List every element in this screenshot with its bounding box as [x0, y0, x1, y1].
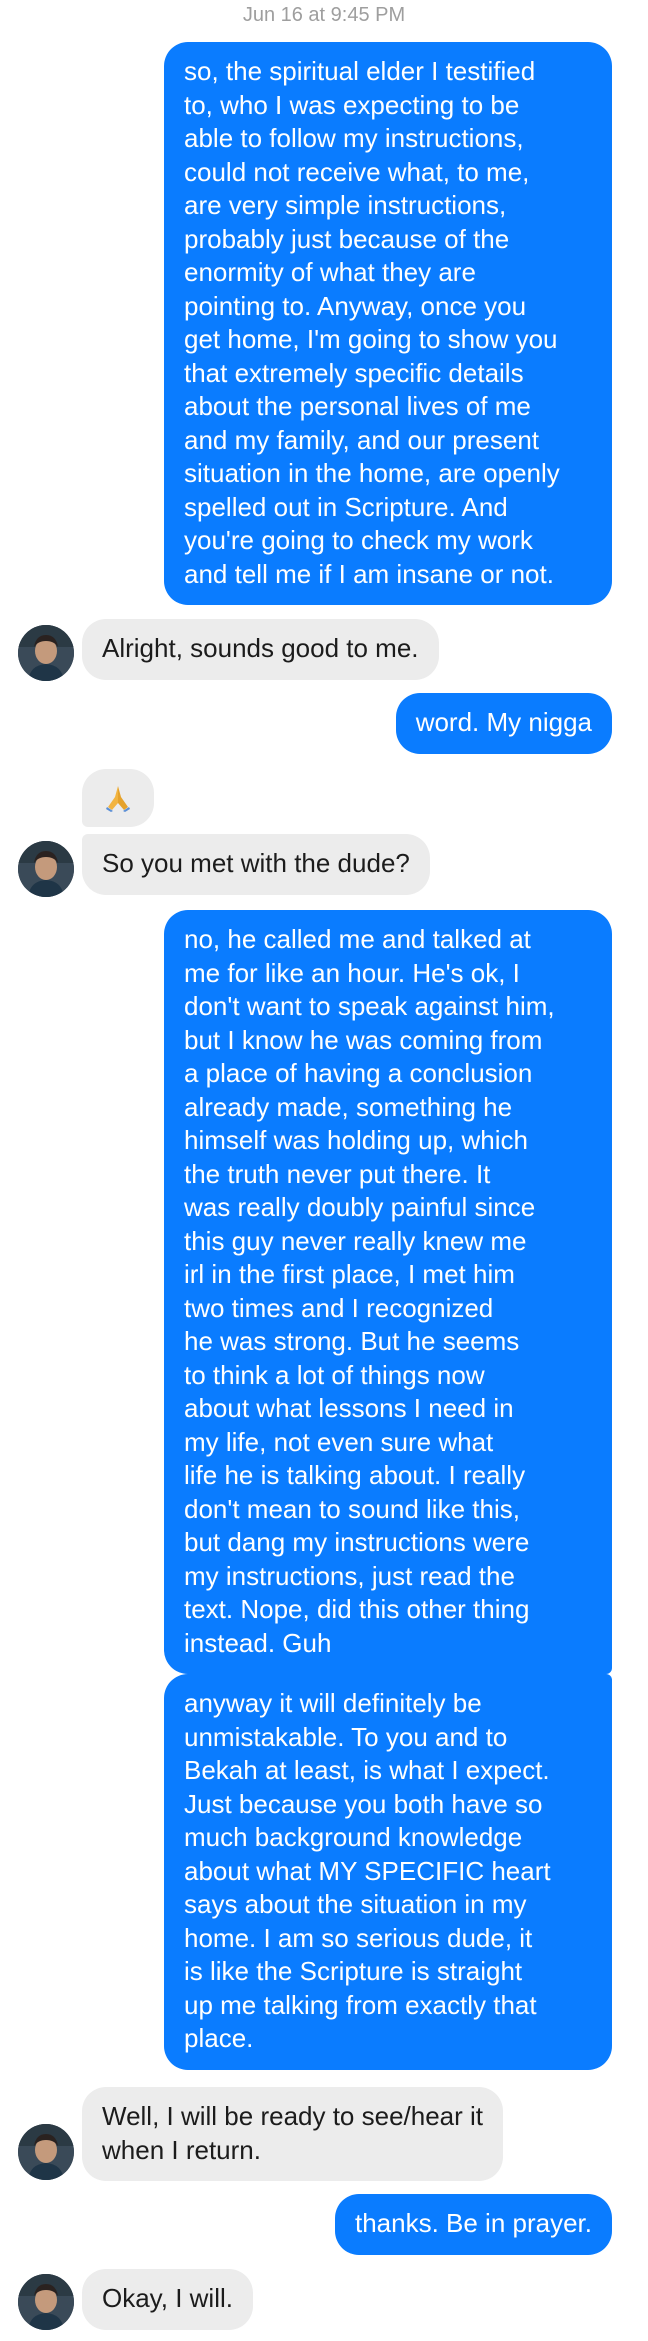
- person-avatar-icon: [18, 2274, 74, 2330]
- contact-avatar[interactable]: [18, 625, 74, 681]
- received-message[interactable]: Well, I will be ready to see/hear it whe…: [82, 2087, 504, 2181]
- contact-avatar[interactable]: [18, 841, 74, 897]
- contact-avatar[interactable]: [18, 2274, 74, 2330]
- person-avatar-icon: [18, 841, 74, 897]
- sent-message[interactable]: word. My nigga: [395, 693, 612, 754]
- received-emoji-message[interactable]: [82, 769, 154, 827]
- sent-message[interactable]: thanks. Be in prayer.: [334, 2194, 612, 2255]
- contact-avatar[interactable]: [18, 2124, 74, 2180]
- sent-message[interactable]: so, the spiritual elder I testified to, …: [164, 42, 612, 605]
- timestamp: Jun 16 at 9:45 PM: [242, 4, 406, 26]
- person-avatar-icon: [18, 2124, 74, 2180]
- sent-message[interactable]: anyway it will definitely be unmistakabl…: [164, 1674, 612, 2070]
- praying-hands-icon: [106, 786, 130, 812]
- person-avatar-icon: [18, 625, 74, 681]
- received-message[interactable]: Okay, I will.: [82, 2269, 253, 2330]
- received-message[interactable]: Alright, sounds good to me.: [82, 619, 439, 680]
- received-message[interactable]: So you met with the dude?: [82, 834, 430, 895]
- sent-message[interactable]: no, he called me and talked at me for li…: [164, 910, 612, 1674]
